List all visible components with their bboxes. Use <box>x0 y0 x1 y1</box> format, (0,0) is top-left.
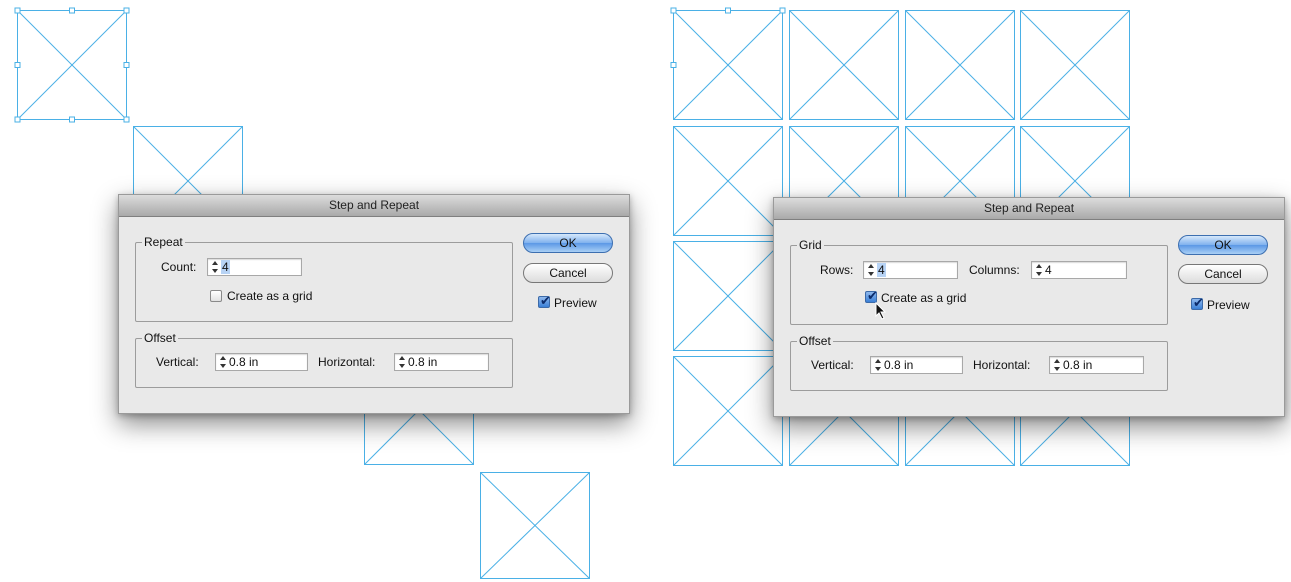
frame-graphic <box>480 472 590 579</box>
vertical-offset-value: 0.8 in <box>229 355 259 369</box>
frame-graphic <box>670 7 786 120</box>
checkmark-icon: ✔ <box>867 288 878 303</box>
frame-graphic <box>14 7 130 123</box>
step-and-repeat-dialog: Step and Repeat Repeat Count: 4 Create a… <box>118 194 630 414</box>
placeholder-frame[interactable] <box>1020 10 1130 120</box>
stepper-arrows-icon[interactable] <box>210 261 220 273</box>
placeholder-frame[interactable] <box>905 10 1015 120</box>
preview-checkbox[interactable]: ✔ <box>1191 295 1204 310</box>
step-and-repeat-dialog-grid: Step and Repeat Grid Rows: 4 Columns: 4 … <box>773 197 1285 417</box>
offset-group-label: Offset <box>797 334 833 348</box>
placeholder-frame[interactable] <box>480 472 590 579</box>
vertical-label: Vertical: <box>156 355 199 369</box>
stepper-arrows-icon[interactable] <box>1034 264 1044 276</box>
stepper-arrows-icon[interactable] <box>873 359 883 371</box>
create-as-grid-label[interactable]: Create as a grid <box>227 286 312 306</box>
columns-value: 4 <box>1045 263 1052 277</box>
placeholder-frame[interactable] <box>789 10 899 120</box>
preview-checkbox[interactable]: ✔ <box>538 293 551 308</box>
stepper-arrows-icon[interactable] <box>1052 359 1062 371</box>
grid-group: Grid <box>790 238 1168 325</box>
columns-field[interactable]: 4 <box>1031 261 1127 279</box>
frame-graphic <box>673 241 783 351</box>
count-label: Count: <box>161 260 197 274</box>
offset-group-label: Offset <box>142 331 178 345</box>
frame-graphic <box>905 10 1015 120</box>
columns-label: Columns: <box>969 263 1020 277</box>
preview-label[interactable]: Preview <box>1207 295 1250 315</box>
create-as-grid-label[interactable]: Create as a grid <box>881 288 966 308</box>
placeholder-frame[interactable] <box>673 241 783 351</box>
horizontal-label: Horizontal: <box>318 355 376 369</box>
canvas: Step and Repeat Repeat Count: 4 Create a… <box>0 0 1291 582</box>
stepper-arrows-icon[interactable] <box>397 356 407 368</box>
frame-graphic <box>1020 10 1130 120</box>
placeholder-frame[interactable] <box>673 356 783 466</box>
vertical-offset-value: 0.8 in <box>884 358 914 372</box>
checkmark-icon: ✔ <box>540 293 551 308</box>
dialog-title: Step and Repeat <box>774 198 1284 220</box>
mouse-pointer-icon <box>875 302 887 320</box>
rows-value: 4 <box>877 263 886 277</box>
cancel-button[interactable]: Cancel <box>523 263 613 283</box>
repeat-group: Repeat <box>135 235 513 322</box>
horizontal-offset-value: 0.8 in <box>1063 358 1093 372</box>
vertical-label: Vertical: <box>811 358 854 372</box>
repeat-group-label: Repeat <box>142 235 185 249</box>
checkmark-icon: ✔ <box>1193 295 1204 310</box>
horizontal-offset-field[interactable]: 0.8 in <box>1049 356 1144 374</box>
horizontal-offset-field[interactable]: 0.8 in <box>394 353 489 371</box>
placeholder-frame-selected[interactable] <box>670 7 786 120</box>
grid-group-label: Grid <box>797 238 824 252</box>
horizontal-offset-value: 0.8 in <box>408 355 438 369</box>
rows-field[interactable]: 4 <box>863 261 958 279</box>
cancel-button[interactable]: Cancel <box>1178 264 1268 284</box>
rows-label: Rows: <box>820 263 854 277</box>
count-field[interactable]: 4 <box>207 258 302 276</box>
horizontal-label: Horizontal: <box>973 358 1031 372</box>
vertical-offset-field[interactable]: 0.8 in <box>870 356 963 374</box>
count-value: 4 <box>221 260 230 274</box>
ok-button[interactable]: OK <box>523 233 613 253</box>
placeholder-frame[interactable] <box>673 126 783 236</box>
stepper-arrows-icon[interactable] <box>866 264 876 276</box>
frame-graphic <box>673 356 783 466</box>
stepper-arrows-icon[interactable] <box>218 356 228 368</box>
dialog-title: Step and Repeat <box>119 195 629 217</box>
create-as-grid-checkbox[interactable] <box>210 290 222 302</box>
ok-button[interactable]: OK <box>1178 235 1268 255</box>
preview-label[interactable]: Preview <box>554 293 597 313</box>
frame-graphic <box>673 126 783 236</box>
vertical-offset-field[interactable]: 0.8 in <box>215 353 308 371</box>
placeholder-frame-selected[interactable] <box>14 7 130 123</box>
frame-graphic <box>789 10 899 120</box>
